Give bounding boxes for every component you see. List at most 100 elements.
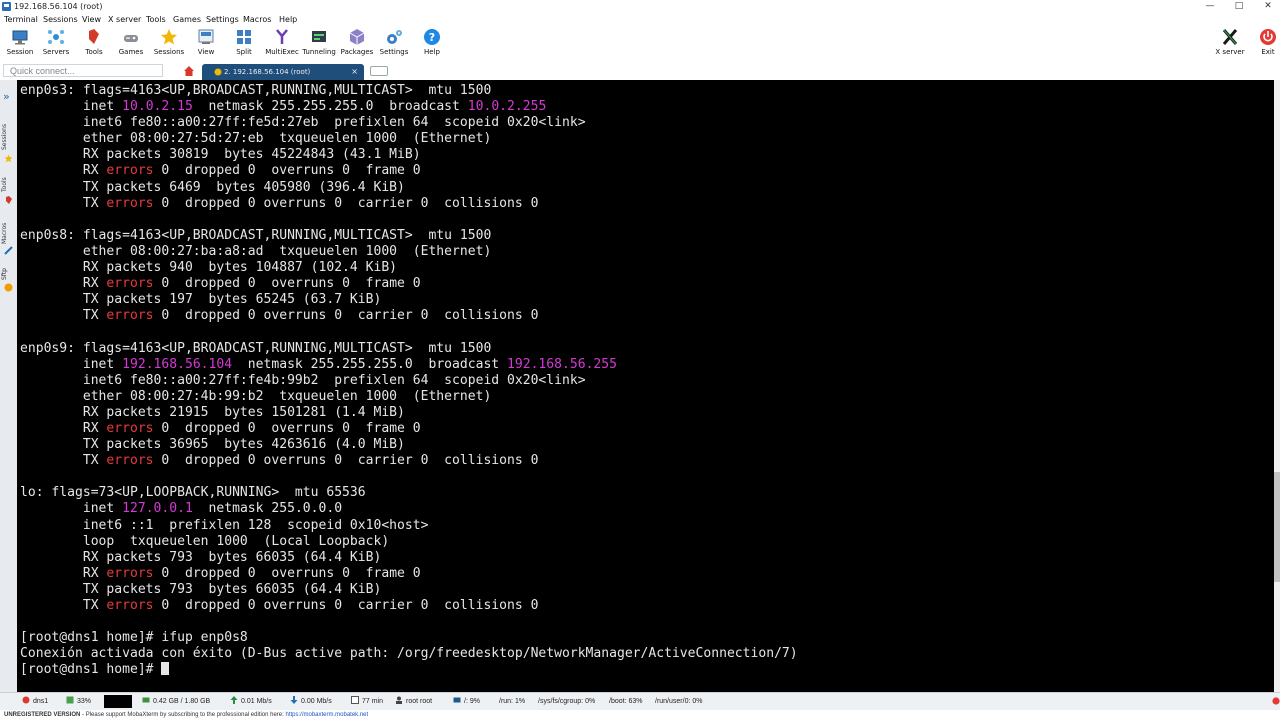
tab-bar: Quick connect... 2. 192.168.56.104 (root… [0,62,1280,80]
terminal-line: TX errors 0 dropped 0 overruns 0 carrier… [20,453,539,469]
menu-settings[interactable]: Settings [206,13,239,26]
tab-session-2[interactable]: 2. 192.168.56.104 (root) × [202,64,364,80]
monitor-icon [12,30,28,45]
status-disk-user: /run/user/0: 0% [655,698,703,705]
menu-terminal[interactable]: Terminal [4,13,38,26]
maximize-button[interactable]: □ [1229,0,1249,13]
terminal-line: ether 08:00:27:5d:27:eb txqueuelen 1000 … [20,131,492,147]
package-icon [349,29,365,45]
memory-icon [142,697,150,703]
terminal-line: inet 192.168.56.104 netmask 255.255.255.… [20,356,617,372]
status-cpu: 33% [66,693,91,711]
minimize-button[interactable]: — [1200,0,1220,13]
terminal-line: RX errors 0 dropped 0 overruns 0 frame 0 [20,163,421,179]
menu-macros[interactable]: Macros [243,13,271,26]
status-disk-root: /: 9% [453,693,480,711]
terminal-line: RX packets 30819 bytes 45224843 (43.1 Mi… [20,147,421,163]
menu-view[interactable]: View [82,13,101,26]
new-tab-button[interactable] [370,66,388,76]
terminal-line: TX errors 0 dropped 0 overruns 0 carrier… [20,195,539,211]
unregistered-banner: UNREGISTERED VERSION - Please support Mo… [0,710,1280,720]
svg-text:?: ? [429,31,435,44]
tools-icon [89,29,99,44]
terminal-line: inet6 fe80::a00:27ff:fe5d:27eb prefixlen… [20,115,586,131]
terminal-scrollbar[interactable] [1274,80,1280,692]
terminal-tab-icon [214,68,222,76]
terminal-line: inet6 ::1 prefixlen 128 scopeid 0x10<hos… [20,517,429,533]
terminal-line: ether 08:00:27:4b:99:b2 txqueuelen 1000 … [20,388,492,404]
menu-sessions[interactable]: Sessions [43,13,78,26]
terminal-line: TX packets 6469 bytes 405980 (396.4 KiB) [20,179,405,195]
terminal-view[interactable]: enp0s3: flags=4163<UP,BROADCAST,RUNNING,… [17,80,1274,692]
help-icon: ? [424,29,440,45]
gear-icon [387,30,402,44]
fork-icon [276,29,288,44]
servers-icon [48,30,64,44]
cpu-icon [66,696,74,704]
terminal-line: TX errors 0 dropped 0 overruns 0 carrier… [20,308,539,324]
status-user: root root [395,693,432,711]
menu-tools[interactable]: Tools [146,13,166,26]
status-disk-run: /run: 1% [499,698,526,705]
sidebar-tab-sessions[interactable]: Sessions [1,116,15,150]
status-host: dns1 [22,693,48,711]
collapse-sidebar-icon[interactable]: » [3,90,10,103]
unregistered-message: - Please support MobaXterm by subscribin… [80,712,286,718]
terminal-cursor [161,662,170,676]
terminal-line: TX packets 36965 bytes 4263616 (4.0 MiB) [20,437,405,453]
terminal-line: enp0s3: flags=4163<UP,BROADCAST,RUNNING,… [20,83,492,98]
sidebar-tab-macros[interactable]: Macros [1,212,15,244]
terminal-line: RX errors 0 dropped 0 overruns 0 frame 0 [20,276,421,292]
upload-arrow-icon [230,696,238,704]
terminal-line: ether 08:00:27:ba:a8:ad txqueuelen 1000 … [20,243,492,259]
terminal-line: inet6 fe80::a00:27ff:fe4b:99b2 prefixlen… [20,372,586,388]
sidebar-tab-tools[interactable]: Tools [1,168,15,192]
status-uptime: 77 min [351,693,383,711]
close-button[interactable]: ✕ [1258,0,1278,13]
menu-help[interactable]: Help [279,13,297,26]
terminal-line: lo: flags=73<UP,LOOPBACK,RUNNING> mtu 65… [20,485,366,501]
terminal-line: enp0s8: flags=4163<UP,BROADCAST,RUNNING,… [20,227,492,243]
terminal-line: RX packets 793 bytes 66035 (64.4 KiB) [20,549,382,565]
menu-xserver[interactable]: X server [108,13,141,26]
terminal-line: Conexión activada con éxito (D-Bus activ… [20,646,798,662]
window-titlebar: 192.168.56.104 (root) — □ ✕ [0,0,1280,13]
download-arrow-icon [290,696,298,704]
terminal-line: [root@dns1 home]# [20,662,170,677]
star-icon [4,154,13,163]
menu-games[interactable]: Games [173,13,201,26]
terminal-line: loop txqueuelen 1000 (Local Loopback) [20,533,390,549]
terminal-line: enp0s9: flags=4163<UP,BROADCAST,RUNNING,… [20,340,492,356]
status-bar: dns1 33% 0.42 GB / 1.80 GB 0.01 Mb/s 0.0… [0,692,1280,711]
terminal-line: inet 127.0.0.1 netmask 255.0.0.0 [20,501,343,517]
status-power-icon[interactable] [1272,693,1280,707]
terminal-line: RX packets 940 bytes 104887 (102.4 KiB) [20,260,398,276]
tab-label: 2. 192.168.56.104 (root) [224,68,311,76]
macro-icon [4,246,13,255]
user-icon [396,696,402,704]
app-icon [2,2,11,11]
x-server-icon [1222,29,1238,45]
gamepad-icon [124,35,138,42]
home-icon[interactable] [183,65,195,77]
tab-close-icon[interactable]: × [351,64,358,80]
help-button[interactable]: ? Help [412,26,452,62]
unregistered-label: UNREGISTERED VERSION [4,712,81,718]
subscribe-link[interactable]: https://mobaxterm.mobatek.net [285,712,368,718]
terminal-line: TX errors 0 dropped 0 overruns 0 carrier… [20,598,539,613]
terminal-output: enp0s3: flags=4163<UP,BROADCAST,RUNNING,… [20,83,798,678]
terminal-line: RX packets 21915 bytes 1501281 (1.4 MiB) [20,404,405,420]
sftp-icon [4,283,13,292]
terminal-line: TX packets 793 bytes 66035 (64.4 KiB) [20,581,382,597]
quick-connect-input[interactable]: Quick connect... [3,64,163,77]
cpu-graph [104,695,132,708]
host-icon [22,696,30,704]
power-icon [1260,29,1276,45]
terminal-line: RX errors 0 dropped 0 overruns 0 frame 0 [20,565,421,581]
tools-icon [6,196,12,204]
sidebar-tab-sftp[interactable]: Sftp [1,260,15,280]
status-upload: 0.01 Mb/s [230,693,272,711]
exit-button[interactable]: Exit [1248,26,1280,62]
terminal-line: [root@dns1 home]# ifup enp0s8 [20,630,248,646]
scrollbar-thumb[interactable] [1274,472,1280,582]
